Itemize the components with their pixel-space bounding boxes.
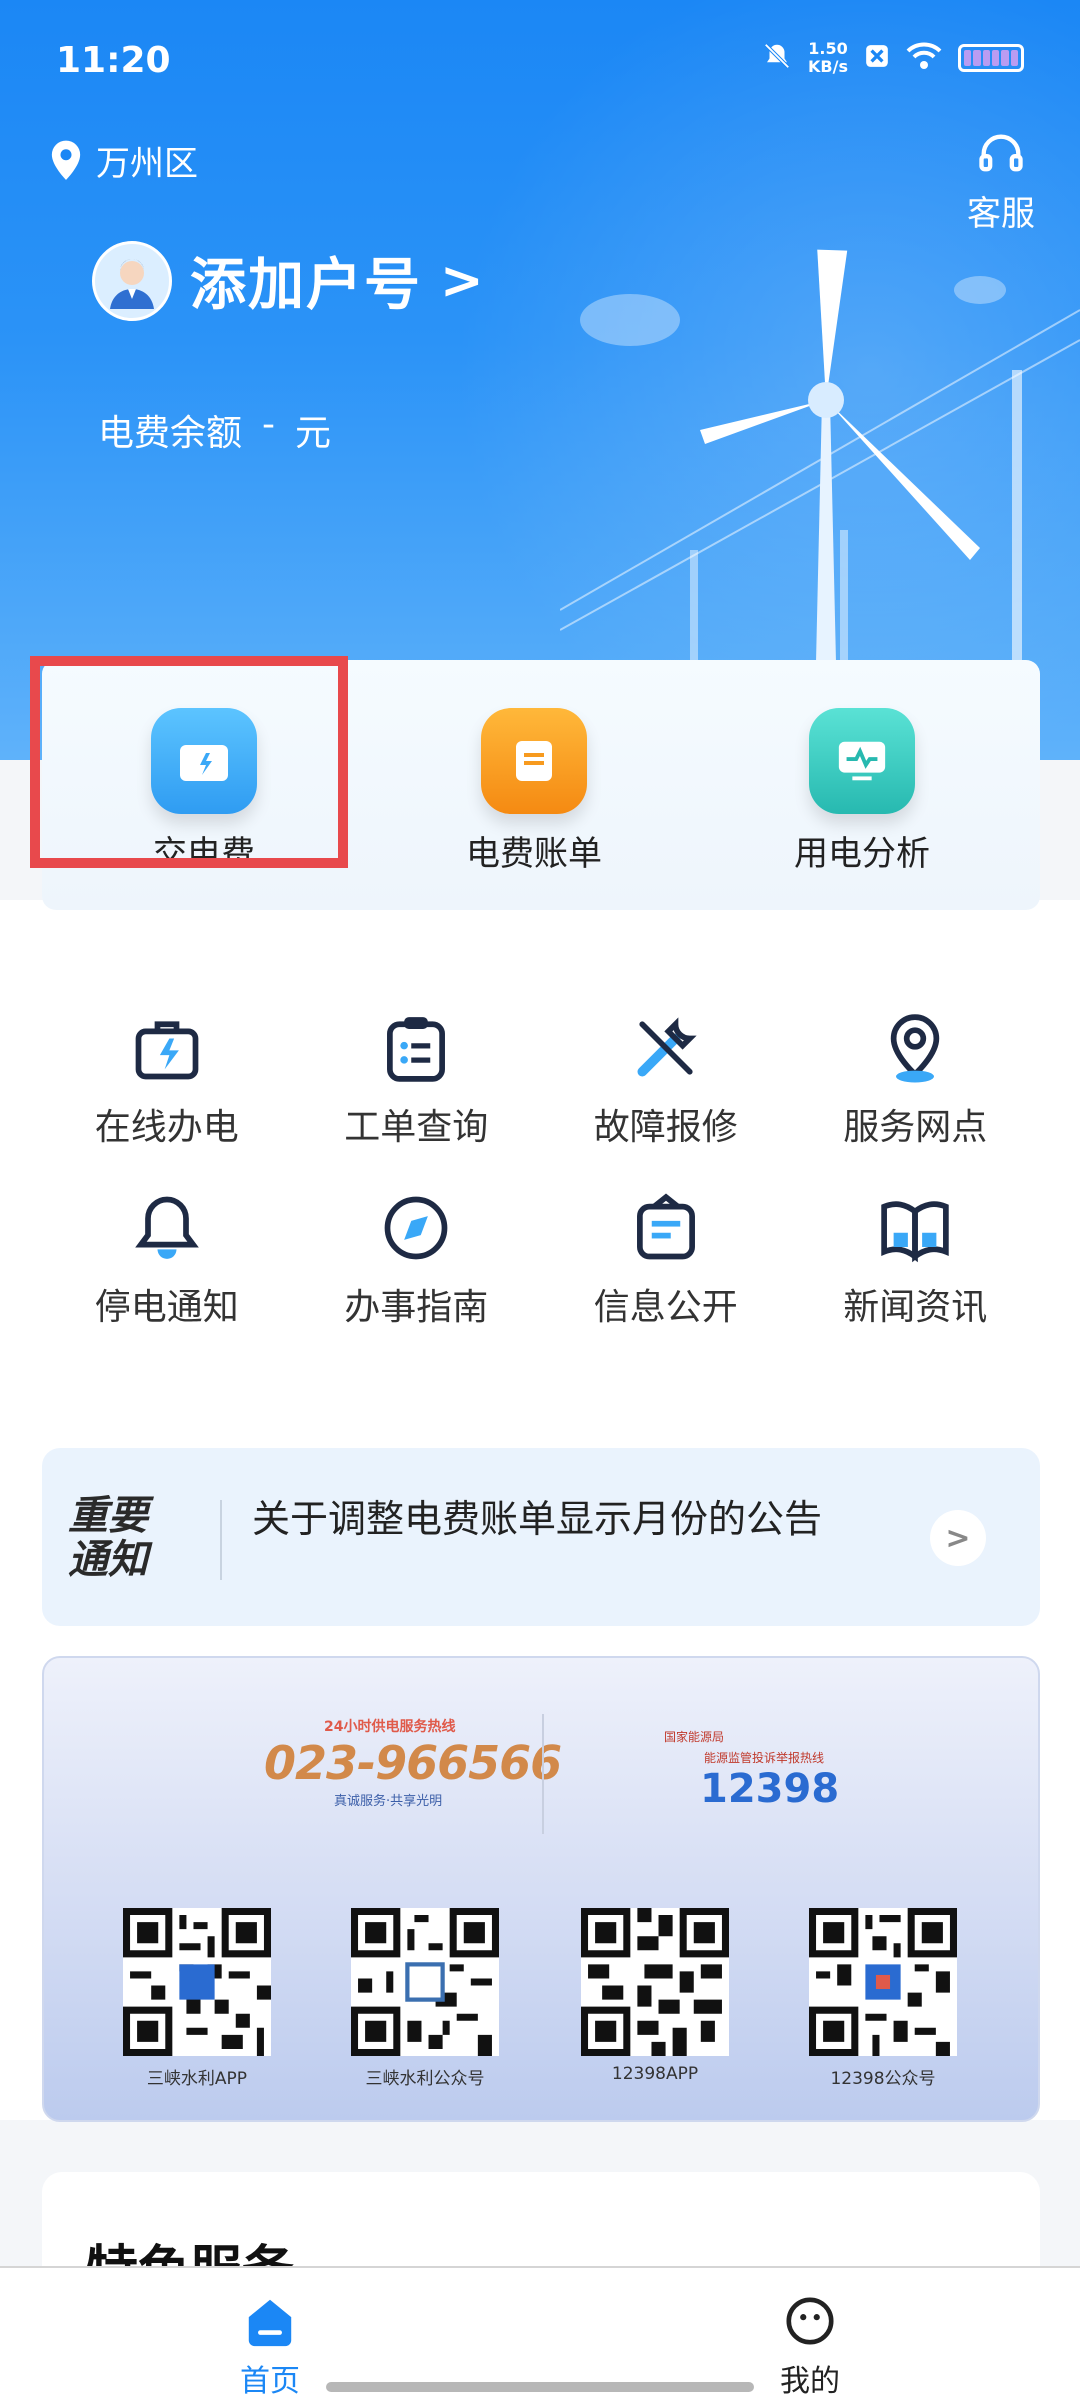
location-label: 万州区 bbox=[96, 144, 198, 184]
monitor-icon bbox=[809, 708, 915, 814]
usage-analysis-button[interactable]: 用电分析 bbox=[762, 708, 962, 875]
hotline-logo: 24小时供电服务热线 023-966566 真诚服务·共享光明 bbox=[264, 1716, 562, 1809]
qr-caption: 三峡水利APP bbox=[146, 2069, 248, 2089]
customer-service-label: 客服 bbox=[967, 194, 1035, 234]
add-account-label: 添加户号 bbox=[190, 253, 422, 318]
balance-label: 电费余额 bbox=[98, 413, 243, 454]
tab-profile-label: 我的 bbox=[780, 2364, 840, 2399]
home-icon bbox=[248, 2299, 292, 2347]
service-outlets[interactable]: 服务网点 bbox=[791, 1010, 1041, 1150]
hotline-tagline: 真诚服务·共享光明 bbox=[334, 1794, 443, 1809]
announcement-bar[interactable]: 重要 通知 关于调整电费账单显示月份的公告 > bbox=[42, 1448, 1040, 1626]
qr-code-icon bbox=[581, 1908, 729, 2056]
user-avatar-icon bbox=[110, 258, 154, 309]
balance-value: - bbox=[262, 404, 276, 445]
add-account-button[interactable]: 添加户号 > bbox=[92, 240, 484, 321]
banner-divider bbox=[542, 1714, 544, 1834]
tab-profile[interactable]: 我的 bbox=[730, 2294, 890, 2400]
service-info-disclosure[interactable]: 信息公开 bbox=[541, 1190, 791, 1330]
highlight-box bbox=[30, 656, 348, 868]
qr-code-icon bbox=[351, 1908, 499, 2056]
chevron-right-icon[interactable]: > bbox=[930, 1510, 986, 1566]
net-speed-unit: KB/s bbox=[808, 57, 848, 76]
net-speed-value: 1.50 bbox=[808, 39, 848, 58]
service-guide[interactable]: 办事指南 bbox=[292, 1190, 542, 1330]
net-speed: 1.50 KB/s bbox=[808, 40, 848, 76]
divider bbox=[220, 1500, 222, 1580]
service-outage-notice[interactable]: 停电通知 bbox=[42, 1190, 292, 1330]
mute-bell-icon bbox=[762, 41, 792, 76]
services-row: 在线办电 工单查询 故障报修 服务网点 bbox=[42, 1010, 1040, 1150]
qr-sanxia-app[interactable]: 三峡水利APP bbox=[122, 1908, 272, 2089]
battery-icon bbox=[958, 44, 1024, 72]
headset-icon bbox=[979, 134, 1023, 172]
service-label: 新闻资讯 bbox=[843, 1287, 988, 1328]
hotline-number: 023-966566 bbox=[264, 1736, 562, 1790]
balance-row: 电费余额 - 元 bbox=[98, 404, 331, 456]
hotline-top-text: 24小时供电服务热线 bbox=[324, 1719, 456, 1735]
status-bar: 11:20 1.50 KB/s bbox=[0, 0, 1080, 126]
qr-caption: 三峡水利公众号 bbox=[365, 2069, 485, 2089]
bottom-navigation: 首页 我的 bbox=[0, 2266, 1080, 2408]
wrench-icon bbox=[637, 1017, 697, 1077]
qr-caption: 12398APP bbox=[611, 2064, 699, 2084]
chevron-right-icon: > bbox=[440, 250, 484, 311]
badge-line-1: 重要 bbox=[68, 1493, 148, 1539]
service-label: 故障报修 bbox=[593, 1107, 738, 1148]
status-icons: 1.50 KB/s bbox=[762, 40, 1024, 76]
clipboard-list-icon bbox=[387, 1017, 446, 1082]
qr-12398-app[interactable]: 12398APP bbox=[580, 1908, 730, 2084]
service-label: 服务网点 bbox=[843, 1107, 988, 1148]
compass-icon bbox=[384, 1196, 448, 1260]
qr-sanxia-wechat[interactable]: 三峡水利公众号 bbox=[350, 1908, 500, 2089]
service-label: 信息公开 bbox=[593, 1287, 738, 1328]
qr-code-icon bbox=[123, 1908, 271, 2056]
profile-icon bbox=[786, 2297, 834, 2345]
qr-caption: 12398公众号 bbox=[830, 2069, 936, 2089]
avatar bbox=[92, 240, 172, 321]
bill-icon bbox=[481, 708, 587, 814]
data-x-icon bbox=[864, 43, 890, 74]
status-time: 11:20 bbox=[56, 40, 171, 81]
service-label: 办事指南 bbox=[344, 1287, 489, 1328]
hotline-banner[interactable]: 24小时供电服务热线 023-966566 真诚服务·共享光明 国家能源局 能源… bbox=[42, 1656, 1040, 2122]
bill-label: 电费账单 bbox=[466, 834, 602, 874]
service-news[interactable]: 新闻资讯 bbox=[791, 1190, 1041, 1330]
map-pin-icon bbox=[891, 1014, 940, 1083]
balance-unit: 元 bbox=[295, 413, 332, 454]
service-online-application[interactable]: 在线办电 bbox=[42, 1010, 292, 1150]
book-icon bbox=[881, 1201, 949, 1263]
location-selector[interactable]: 万州区 bbox=[46, 136, 198, 185]
important-notice-badge: 重要 通知 bbox=[68, 1494, 178, 1582]
briefcase-bolt-icon bbox=[135, 1021, 199, 1080]
service-work-order-query[interactable]: 工单查询 bbox=[292, 1010, 542, 1150]
services-grid: 在线办电 工单查询 故障报修 服务网点 停电通知 办事指南 信息公开 新闻资讯 bbox=[42, 1010, 1040, 1370]
qr-code-icon bbox=[809, 1908, 957, 2056]
customer-service-button[interactable]: 客服 bbox=[958, 128, 1044, 235]
location-pin-icon bbox=[51, 140, 81, 180]
usage-analysis-label: 用电分析 bbox=[794, 834, 930, 874]
complaint-hotline-logo: 国家能源局 能源监管投诉举报热线 12398 bbox=[664, 1728, 839, 1812]
document-icon bbox=[636, 1193, 695, 1260]
service-label: 工单查询 bbox=[344, 1107, 489, 1148]
header-hero: 11:20 1.50 KB/s 万州区 客服 添加户号 > 电费余额 - 元 bbox=[0, 0, 1080, 760]
service-fault-repair[interactable]: 故障报修 bbox=[541, 1010, 791, 1150]
qr-12398-wechat[interactable]: 12398公众号 bbox=[808, 1908, 958, 2089]
bell-icon bbox=[134, 1196, 199, 1259]
wifi-icon bbox=[906, 42, 942, 75]
badge-line-2: 通知 bbox=[68, 1537, 148, 1583]
energy-agency-label: 国家能源局 bbox=[664, 1730, 725, 1744]
tab-home-label: 首页 bbox=[240, 2364, 300, 2399]
announcement-text: 关于调整电费账单显示月份的公告 bbox=[252, 1497, 823, 1541]
services-row: 停电通知 办事指南 信息公开 新闻资讯 bbox=[42, 1190, 1040, 1330]
bill-button[interactable]: 电费账单 bbox=[434, 708, 634, 875]
service-label: 停电通知 bbox=[94, 1287, 239, 1328]
energy-hotline-number: 12398 bbox=[700, 1766, 840, 1812]
energy-hotline-sub: 能源监管投诉举报热线 bbox=[704, 1751, 825, 1765]
service-label: 在线办电 bbox=[94, 1107, 239, 1148]
home-indicator[interactable] bbox=[326, 2382, 754, 2392]
